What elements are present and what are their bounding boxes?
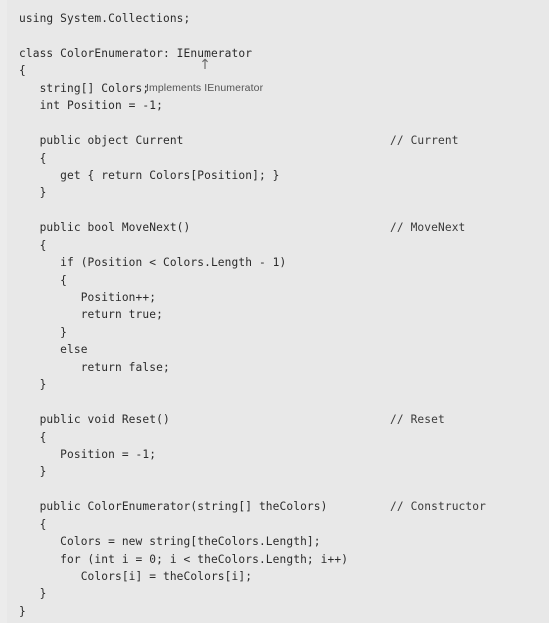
code-line-text: }	[19, 587, 47, 601]
code-line: }	[0, 603, 549, 620]
code-line-text: {	[19, 273, 67, 287]
code-line-text: return false;	[19, 360, 170, 374]
code-line-text: public object Current	[19, 134, 184, 148]
code-block: using System.Collections; class ColorEnum…	[0, 10, 549, 620]
code-line-text: Position++;	[19, 291, 157, 304]
code-line-text: {	[19, 151, 47, 165]
code-line: {	[0, 516, 549, 533]
code-line-text: }	[19, 604, 26, 618]
callout-annotation: Implements IEnumerator	[146, 81, 264, 94]
code-line: public ColorEnumerator(string[] theColor…	[0, 498, 549, 515]
code-line-text: }	[19, 186, 47, 200]
code-line-text: {	[19, 238, 47, 252]
code-line: }	[0, 376, 549, 393]
code-line-text: for (int i = 0; i < theColors.Length; i+…	[19, 552, 349, 566]
code-line: int Position = -1;	[0, 97, 549, 114]
code-line: public object Current // Current	[0, 132, 549, 149]
code-line-comment: // Constructor	[390, 500, 486, 514]
code-line-text: public bool MoveNext()	[19, 221, 191, 235]
code-line: string[] Colors; Implements IEnumerator	[0, 80, 549, 97]
code-line: using System.Collections;	[0, 10, 549, 27]
code-line-text: public void Reset()	[19, 413, 170, 427]
code-line: {	[0, 62, 549, 79]
code-line-text: get { return Colors[Position]; }	[19, 168, 280, 182]
code-line-text: string[] Colors;	[19, 81, 150, 95]
code-line-text: if (Position < Colors.Length - 1)	[19, 256, 287, 270]
code-line: class ColorEnumerator: IEnumerator	[0, 45, 549, 62]
code-line-text: public ColorEnumerator(string[] theColor…	[19, 500, 328, 514]
code-line-text: }	[19, 378, 47, 392]
code-line: {	[0, 429, 549, 446]
code-line: Colors = new string[theColors.Length];	[0, 533, 549, 550]
code-line: Position++;	[0, 289, 549, 306]
code-line-text: class ColorEnumerator: IEnumerator	[19, 46, 253, 60]
code-line-comment: // Reset	[390, 413, 445, 427]
code-line-comment: // Current	[390, 134, 459, 148]
code-line: Colors[i] = theColors[i];	[0, 568, 549, 585]
code-line: Position = -1;	[0, 446, 549, 463]
code-line: return false;	[0, 359, 549, 376]
code-line-text: Position = -1;	[19, 447, 157, 461]
code-line: {	[0, 150, 549, 167]
code-line-text: {	[19, 64, 26, 78]
code-line: for (int i = 0; i < theColors.Length; i+…	[0, 551, 549, 568]
code-line-text: using System.Collections;	[19, 12, 191, 25]
code-line: }	[0, 463, 549, 480]
code-line: public void Reset() // Reset	[0, 411, 549, 428]
code-line-text: int Position = -1;	[19, 99, 163, 113]
code-line: return true;	[0, 306, 549, 323]
code-line-text: Colors[i] = theColors[i];	[19, 570, 253, 583]
code-line-text: return true;	[19, 308, 163, 322]
code-line: get { return Colors[Position]; }	[0, 167, 549, 184]
code-line: if (Position < Colors.Length - 1)	[0, 254, 549, 271]
code-line: }	[0, 585, 549, 602]
code-line-text: Colors = new string[theColors.Length];	[19, 535, 321, 549]
code-line: {	[0, 237, 549, 254]
code-line-text: }	[19, 465, 47, 479]
code-line-text: {	[19, 517, 47, 531]
code-line: public bool MoveNext() // MoveNext	[0, 219, 549, 236]
code-line: }	[0, 324, 549, 341]
code-line-text: else	[19, 343, 88, 357]
code-line-text: }	[19, 325, 67, 339]
code-line: {	[0, 272, 549, 289]
code-line-text: {	[19, 430, 47, 444]
code-line: }	[0, 184, 549, 201]
code-line-comment: // MoveNext	[390, 221, 466, 235]
code-listing-page: ↑ using System.Collections; class ColorEn…	[0, 0, 549, 623]
code-line: else	[0, 341, 549, 358]
